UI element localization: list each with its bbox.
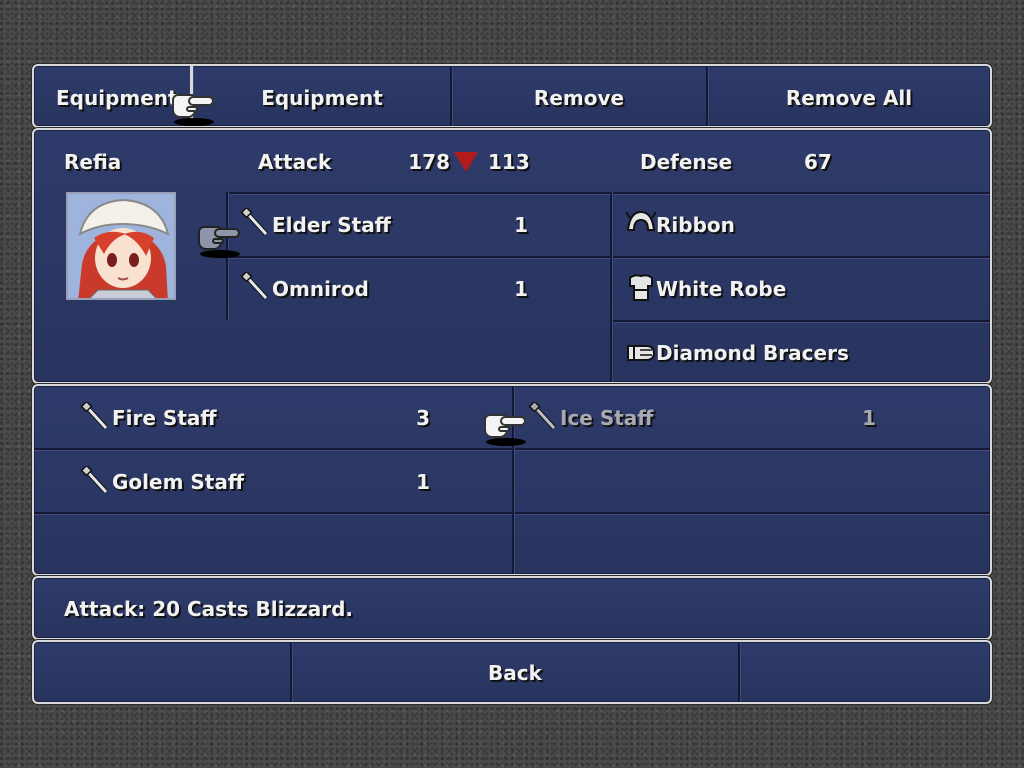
weapon-slot-2[interactable]: Omnirod 1 <box>228 258 610 320</box>
character-name: Refia <box>64 150 122 174</box>
back-label: Back <box>488 661 542 685</box>
item-qty: 1 <box>862 406 876 430</box>
character-panel: Refia Attack 178 113 Defense 67 Elder St… <box>32 128 992 384</box>
staff-icon <box>80 402 108 430</box>
staff-icon <box>80 466 108 494</box>
staff-icon <box>240 272 268 300</box>
item-name: Golem Staff <box>112 470 245 494</box>
item-qty: 1 <box>416 470 430 494</box>
attack-label: Attack <box>258 150 332 174</box>
robe-icon <box>629 274 653 301</box>
pointer-hand-icon <box>482 406 528 446</box>
item-name: Fire Staff <box>112 406 217 430</box>
pointer-hand-icon <box>196 218 242 258</box>
attack-new-value: 113 <box>488 150 530 174</box>
weapon-qty: 1 <box>514 277 528 301</box>
armor-slot-arm[interactable]: Diamond Bracers <box>612 322 990 382</box>
staff-icon <box>528 402 556 430</box>
footer-panel: Back <box>32 640 992 704</box>
staff-icon <box>240 208 268 236</box>
inventory-empty-slot[interactable] <box>514 514 990 574</box>
tab-equipment[interactable]: Equipment <box>194 66 450 126</box>
item-name: Ice Staff <box>560 406 654 430</box>
armor-name: Ribbon <box>656 213 735 237</box>
back-button[interactable]: Back <box>292 642 738 702</box>
item-description: Attack: 20 Casts Blizzard. <box>64 597 354 621</box>
inventory-item[interactable]: Fire Staff 3 <box>34 386 512 448</box>
stat-down-arrow-icon <box>454 152 478 172</box>
grid-line <box>738 642 740 702</box>
weapon-qty: 1 <box>514 213 528 237</box>
inventory-empty-slot[interactable] <box>34 514 512 574</box>
equipment-tab-label: Equipment <box>261 86 383 110</box>
description-panel: Attack: 20 Casts Blizzard. <box>32 576 992 640</box>
attack-current-value: 178 <box>408 150 450 174</box>
armor-slot-body[interactable]: White Robe <box>612 258 990 320</box>
weapon-name: Omnirod <box>272 277 369 301</box>
remove-all-tab-label: Remove All <box>785 86 913 110</box>
bracer-icon <box>627 345 656 361</box>
helmet-icon <box>626 210 656 231</box>
armor-name: Diamond Bracers <box>656 341 849 365</box>
armor-name: White Robe <box>656 277 787 301</box>
weapon-name: Elder Staff <box>272 213 391 237</box>
equipment-title: Equipment <box>56 86 178 110</box>
weapon-slot-1[interactable]: Elder Staff 1 <box>228 194 610 256</box>
defense-label: Defense <box>640 150 733 174</box>
tab-remove[interactable]: Remove <box>452 66 706 126</box>
tab-equipment-title[interactable]: Equipment <box>34 66 192 126</box>
character-portrait <box>66 192 176 300</box>
inventory-empty-slot[interactable] <box>514 450 990 512</box>
remove-tab-label: Remove <box>533 86 625 110</box>
item-qty: 3 <box>416 406 430 430</box>
pointer-hand-icon <box>170 86 216 126</box>
inventory-item[interactable]: Ice Staff 1 <box>514 386 990 448</box>
defense-value: 67 <box>804 150 832 174</box>
tab-remove-all[interactable]: Remove All <box>708 66 990 126</box>
inventory-item[interactable]: Golem Staff 1 <box>34 450 512 512</box>
armor-slot-head[interactable]: Ribbon <box>612 194 990 256</box>
